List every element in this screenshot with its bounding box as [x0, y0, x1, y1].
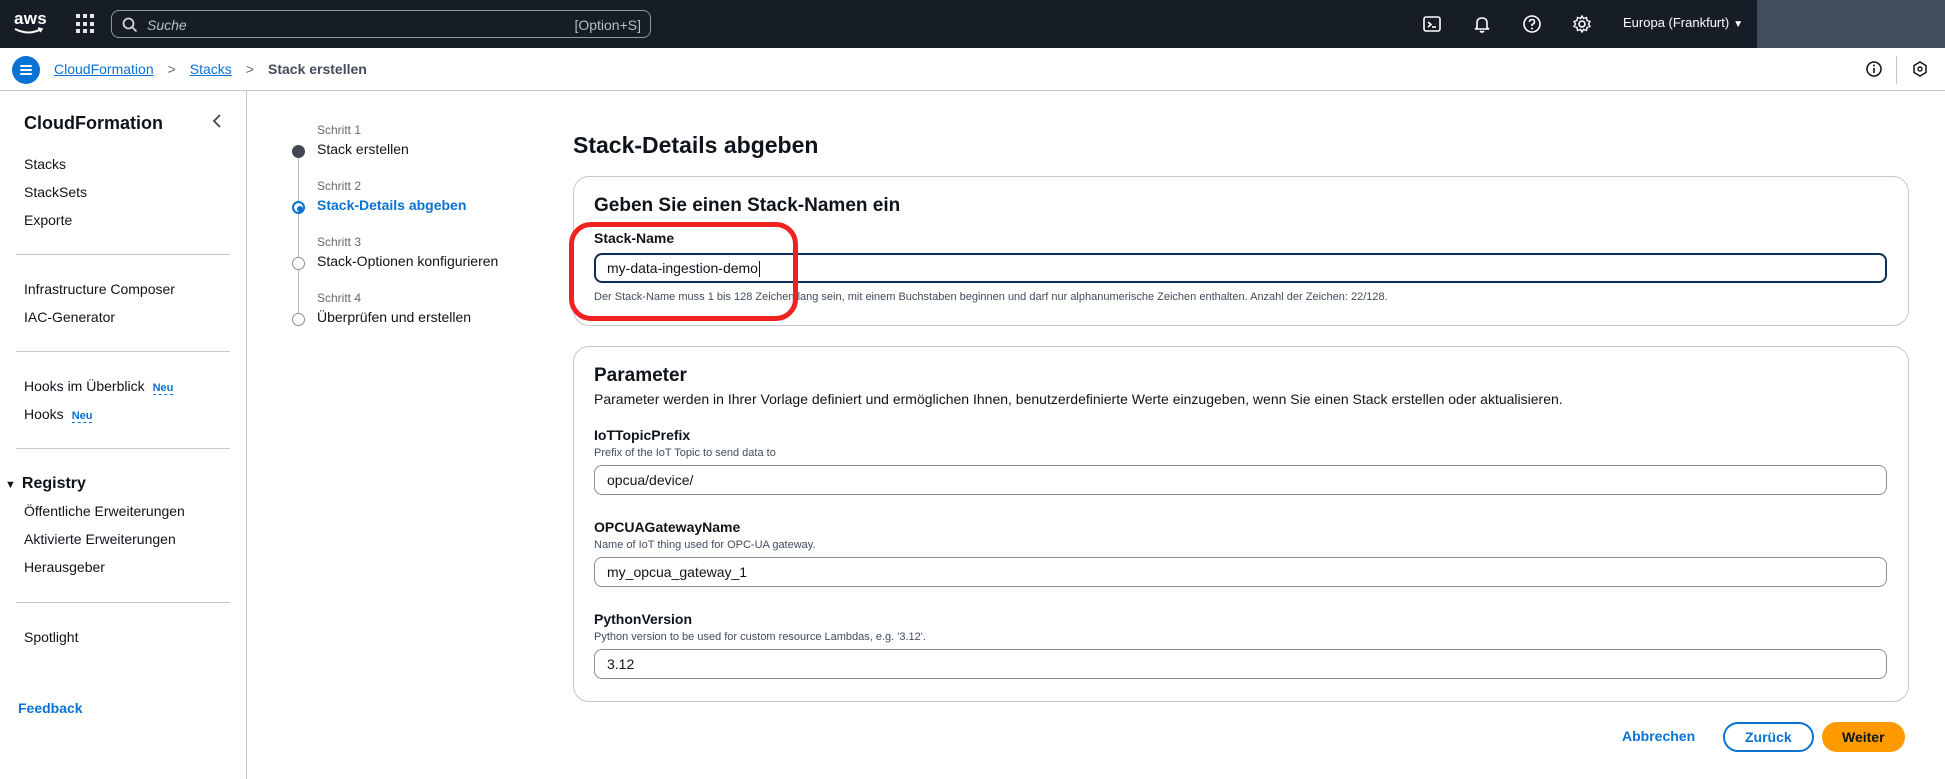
collapse-chevron-left-icon[interactable] [210, 113, 224, 129]
cancel-button[interactable]: Abbrechen [1614, 722, 1703, 750]
chevron-right-icon: > [167, 61, 176, 77]
sidebar-item-infrastructure-composer[interactable]: Infrastructure Composer [24, 281, 175, 297]
services-grid-icon[interactable] [76, 14, 96, 34]
step-number: Schritt 4 [317, 291, 362, 305]
parameters-heading: Parameter [594, 365, 687, 386]
param-description: Name of IoT thing used for OPC-UA gatewa… [594, 539, 816, 551]
breadcrumb: CloudFormation > Stacks > Stack erstelle… [54, 61, 367, 77]
caret-down-icon: ▼ [1733, 19, 1744, 30]
aws-logo-text: aws [14, 9, 48, 28]
python-version-input[interactable]: 3.12 [594, 649, 1887, 679]
bell-icon[interactable] [1472, 14, 1492, 34]
search-input[interactable]: Suche [Option+S] [111, 10, 651, 38]
opcua-gateway-name-input[interactable]: my_opcua_gateway_1 [594, 557, 1887, 587]
param-value: opcua/device/ [607, 472, 694, 488]
step-pending-icon [292, 313, 305, 326]
param-description: Python version to be used for custom res… [594, 631, 926, 643]
annotation-highlight [569, 222, 798, 321]
top-navigation: aws Suche [Option+S] Europa (Frankfurt) ▼ [0, 0, 1945, 48]
sidebar-item-hooks[interactable]: Hooks Neu [24, 406, 93, 423]
new-badge: Neu [152, 382, 174, 395]
search-icon [122, 17, 138, 33]
divider [1896, 56, 1897, 84]
sidebar-item-iac-generator[interactable]: IAC-Generator [24, 309, 115, 325]
step-connector [298, 150, 299, 315]
new-badge: Neu [71, 410, 93, 423]
step-pending-icon [292, 257, 305, 270]
sidebar-item-public-extensions[interactable]: Öffentliche Erweiterungen [24, 503, 185, 519]
search-placeholder: Suche [147, 17, 187, 33]
cloudshell-icon[interactable] [1422, 14, 1442, 34]
sidebar-item-activated-extensions[interactable]: Aktivierte Erweiterungen [24, 531, 176, 547]
hamburger-menu-icon[interactable] [12, 56, 40, 84]
back-button[interactable]: Zurück [1723, 722, 1814, 752]
iot-topic-prefix-input[interactable]: opcua/device/ [594, 465, 1887, 495]
section-label: Registry [21, 475, 86, 492]
aws-logo[interactable]: aws [14, 9, 48, 36]
breadcrumb-bar: CloudFormation > Stacks > Stack erstelle… [0, 48, 1945, 91]
sidebar-item-label: Hooks [24, 406, 64, 422]
step-number: Schritt 2 [317, 179, 362, 193]
parameters-container: Parameter Parameter werden in Ihrer Vorl… [573, 346, 1909, 702]
caret-down-icon: ▼ [5, 479, 16, 491]
page-title: Stack-Details abgeben [573, 132, 819, 158]
hexagon-settings-icon[interactable] [1911, 60, 1929, 78]
step-number: Schritt 1 [317, 123, 362, 137]
breadcrumb-cloudformation[interactable]: CloudFormation [54, 61, 154, 77]
sidebar-section-registry[interactable]: ▼ Registry [5, 475, 86, 493]
param-label: IoTTopicPrefix [594, 427, 691, 443]
region-selector[interactable]: Europa (Frankfurt) ▼ [1623, 15, 1743, 30]
sidebar-divider [16, 351, 230, 352]
region-label: Europa (Frankfurt) [1623, 15, 1730, 30]
step-active-icon [292, 201, 305, 214]
step-label: Stack-Details abgeben [317, 197, 467, 213]
sidebar-divider [16, 602, 230, 603]
param-value: my_opcua_gateway_1 [607, 564, 748, 580]
param-label: OPCUAGatewayName [594, 519, 741, 535]
breadcrumb-current: Stack erstellen [268, 61, 367, 77]
step-number: Schritt 3 [317, 235, 362, 249]
next-button[interactable]: Weiter [1822, 722, 1905, 752]
gear-icon[interactable] [1572, 14, 1592, 34]
parameters-description: Parameter werden in Ihrer Vorlage defini… [594, 391, 1563, 407]
chevron-right-icon: > [245, 61, 254, 77]
sidebar-item-exporte[interactable]: Exporte [24, 212, 72, 228]
step-done-icon [292, 145, 305, 158]
feedback-link[interactable]: Feedback [18, 700, 83, 716]
info-icon[interactable] [1865, 60, 1883, 78]
breadcrumb-stacks[interactable]: Stacks [190, 61, 232, 77]
sidebar-item-stacksets[interactable]: StackSets [24, 184, 87, 200]
stack-name-heading: Geben Sie einen Stack-Namen ein [594, 195, 901, 216]
param-label: PythonVersion [594, 611, 693, 627]
search-shortcut: [Option+S] [574, 17, 641, 33]
step-label: Stack-Optionen konfigurieren [317, 253, 499, 269]
sidebar-item-publisher[interactable]: Herausgeber [24, 559, 105, 575]
param-value: 3.12 [607, 656, 635, 672]
aws-smile-icon [14, 27, 44, 34]
sidebar-divider [16, 448, 230, 449]
sidebar-divider [16, 254, 230, 255]
sidebar-item-hooks-overview[interactable]: Hooks im Überblick Neu [24, 378, 174, 395]
step-label: Überprüfen und erstellen [317, 309, 472, 325]
sidebar-item-spotlight[interactable]: Spotlight [24, 629, 78, 645]
account-menu[interactable] [1757, 0, 1945, 48]
param-description: Prefix of the IoT Topic to send data to [594, 447, 776, 459]
side-navigation: CloudFormation Stacks StackSets Exporte … [0, 91, 247, 779]
step-label: Stack erstellen [317, 141, 409, 157]
sidebar-item-stacks[interactable]: Stacks [24, 156, 66, 172]
sidebar-item-label: Hooks im Überblick [24, 378, 145, 394]
sidenav-title[interactable]: CloudFormation [24, 113, 163, 134]
help-icon[interactable] [1522, 14, 1542, 34]
